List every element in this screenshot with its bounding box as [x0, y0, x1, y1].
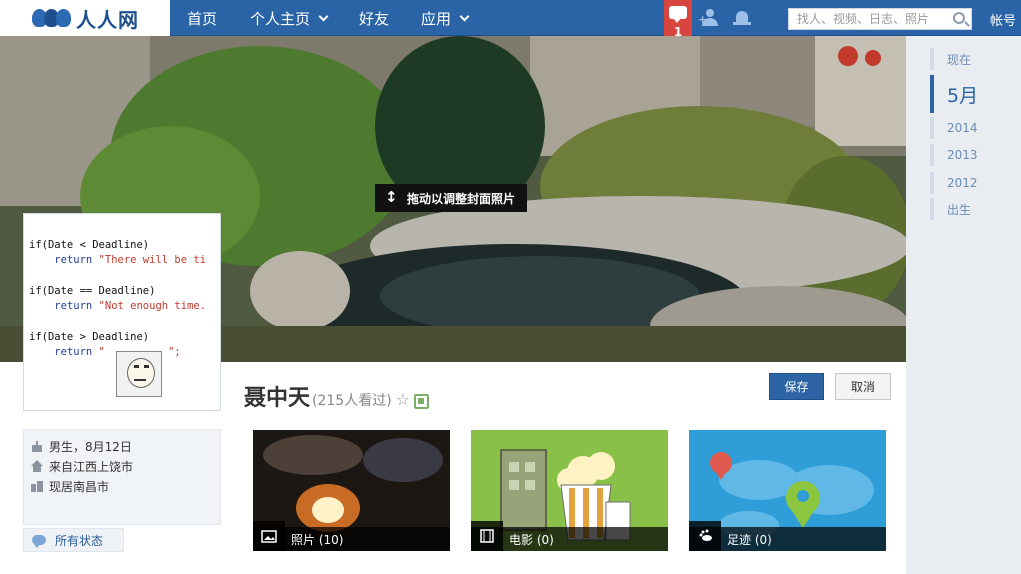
- info-residence-text: 现居南昌市: [49, 479, 110, 494]
- timeline-item-birth[interactable]: 出生: [930, 198, 971, 220]
- vertical-arrows-icon: [385, 188, 399, 206]
- building-icon: [31, 480, 43, 492]
- avatar[interactable]: if(Date < Deadline) return "There will b…: [23, 213, 221, 411]
- places-tile[interactable]: 足迹 (0): [689, 430, 886, 551]
- share-icon[interactable]: [414, 394, 430, 409]
- photos-tile-label: 照片 (10): [291, 532, 344, 547]
- profile-view-count: (215人看过): [312, 393, 392, 409]
- code-line: if(Date < Deadline): [29, 239, 150, 251]
- message-bubble-icon: [669, 6, 687, 23]
- top-nav-bar: 人人网 首页 个人主页 好友 应用 1 + 帐号: [0, 0, 1021, 52]
- nav-friends[interactable]: 好友: [343, 0, 405, 36]
- nav-apps[interactable]: 应用: [405, 0, 484, 36]
- all-status-label: 所有状态: [55, 533, 104, 548]
- search-box: [788, 8, 972, 30]
- code-line: return "There will be ti: [54, 254, 207, 267]
- info-hometown-text: 来自江西上饶市: [49, 459, 134, 474]
- search-icon[interactable]: [953, 12, 965, 24]
- profile-info-box: 男生，8月12日 来自江西上饶市 现居南昌市: [23, 429, 221, 525]
- footprint-icon: [689, 521, 721, 551]
- home-icon: [31, 460, 43, 472]
- movies-tile-bar: 电影 (0): [471, 521, 668, 551]
- code-line: if(Date == Deadline): [29, 284, 156, 297]
- timeline-item-now[interactable]: 现在: [930, 48, 971, 70]
- info-residence: 现居南昌市: [31, 476, 220, 496]
- nav-profile[interactable]: 个人主页: [234, 0, 343, 36]
- birthday-cake-icon: [31, 440, 43, 452]
- profile-name-row: 聂中天 (215人看过) ☆: [244, 380, 430, 412]
- profile-panel: 拖动以调整封面照片 if(Date < Deadline) return "Th…: [0, 36, 906, 574]
- all-status-link[interactable]: 所有状态: [23, 528, 124, 552]
- places-tile-bar: 足迹 (0): [689, 521, 886, 551]
- avatar-code-image: if(Date < Deadline) return "There will b…: [29, 238, 206, 360]
- timeline-item-2012[interactable]: 2012: [930, 172, 978, 194]
- chevron-down-icon: [459, 11, 470, 21]
- cover-hint-text: 拖动以调整封面照片: [407, 191, 516, 206]
- chevron-down-icon: [318, 11, 329, 21]
- movies-tile-label: 电影 (0): [509, 532, 554, 547]
- places-tile-label: 足迹 (0): [727, 532, 772, 547]
- logo-text: 人人网: [76, 7, 139, 32]
- nav-apps-label: 应用: [421, 9, 452, 28]
- search-input[interactable]: [789, 9, 947, 29]
- account-menu[interactable]: 帐号: [990, 10, 1016, 29]
- film-icon: [471, 521, 503, 551]
- save-button[interactable]: 保存: [769, 373, 824, 400]
- logo-mark-icon: [32, 7, 72, 29]
- timeline-item-may[interactable]: 5月: [930, 75, 978, 113]
- timeline-nav: 现在 5月 2014 2013 2012 出生: [930, 48, 1010, 228]
- main-nav: 首页 个人主页 好友 应用: [170, 0, 484, 36]
- photos-tile[interactable]: 照片 (10): [253, 430, 450, 551]
- nav-home[interactable]: 首页: [170, 0, 234, 36]
- timeline-item-2013[interactable]: 2013: [930, 144, 978, 166]
- timeline-item-2014[interactable]: 2014: [930, 117, 978, 139]
- friend-request-icon[interactable]: +: [698, 9, 720, 27]
- logo[interactable]: 人人网: [0, 0, 170, 36]
- nav-profile-label: 个人主页: [250, 9, 311, 28]
- code-line: if(Date > Deadline): [29, 330, 150, 343]
- code-line: return "Not enough time.: [54, 300, 207, 313]
- info-hometown: 来自江西上饶市: [31, 456, 220, 476]
- photos-tile-bar: 照片 (10): [253, 521, 450, 551]
- cancel-button[interactable]: 取消: [835, 373, 891, 400]
- meme-face-image: [116, 351, 162, 397]
- speech-bubble-icon: [32, 535, 46, 548]
- info-birthday: 男生，8月12日: [31, 436, 220, 456]
- photo-icon: [253, 521, 285, 551]
- star-icon[interactable]: ☆: [396, 390, 410, 409]
- movies-tile[interactable]: 电影 (0): [471, 430, 668, 551]
- profile-name: 聂中天: [244, 385, 311, 411]
- cover-drag-hint: 拖动以调整封面照片: [375, 184, 528, 212]
- info-birthday-text: 男生，8月12日: [49, 439, 132, 454]
- notification-bell-icon[interactable]: [733, 9, 751, 27]
